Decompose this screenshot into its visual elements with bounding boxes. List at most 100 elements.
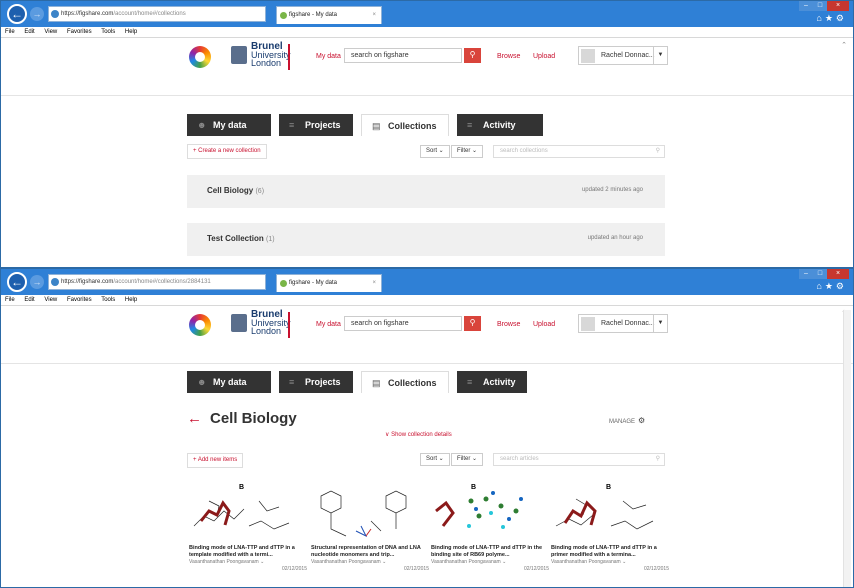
figshare-favicon-icon <box>280 12 287 19</box>
menu-favorites[interactable]: Favorites <box>67 297 92 303</box>
back-arrow-icon[interactable]: ← <box>7 272 27 292</box>
site-icon <box>51 278 59 286</box>
collection-name[interactable]: Test Collection (1) <box>207 234 275 243</box>
minimize-icon[interactable]: – <box>799 269 813 279</box>
tab-close-icon[interactable]: × <box>372 7 376 23</box>
article-thumbnail[interactable]: B <box>189 481 299 541</box>
avatar <box>581 49 595 63</box>
tab-my-data[interactable]: ☻ My data <box>187 371 271 393</box>
address-bar[interactable]: https://figshare.com/account/home#/colle… <box>48 6 266 22</box>
collection-name[interactable]: Cell Biology (6) <box>207 186 264 195</box>
site-search-input[interactable]: search on figshare <box>344 316 462 331</box>
my-data-link[interactable]: My data <box>316 53 341 60</box>
upload-link[interactable]: Upload <box>533 53 555 60</box>
manage-button[interactable]: MANAGE ⚙ <box>609 416 645 425</box>
scroll-up-icon[interactable]: ⌃ <box>841 41 847 49</box>
search-icon[interactable]: ⚲ <box>464 48 481 63</box>
menu-tools[interactable]: Tools <box>101 297 115 303</box>
chevron-down-icon[interactable]: ▼ <box>653 47 667 64</box>
search-icon[interactable]: ⚲ <box>464 316 481 331</box>
menu-bar: File Edit View Favorites Tools Help <box>1 27 853 38</box>
gear-icon: ⚙ <box>638 416 646 425</box>
browser-tab[interactable]: figshare - My data × <box>276 274 382 292</box>
tab-my-data[interactable]: ☻ My data <box>187 114 271 136</box>
menu-edit[interactable]: Edit <box>24 297 34 303</box>
university-crest-icon <box>231 46 247 64</box>
close-window-icon[interactable]: × <box>827 1 849 11</box>
menu-favorites[interactable]: Favorites <box>67 29 92 35</box>
university-crest-icon <box>231 314 247 332</box>
browse-link[interactable]: Browse <box>497 321 520 328</box>
menu-view[interactable]: View <box>44 297 57 303</box>
molecule-figure: B <box>193 484 290 530</box>
avatar <box>581 317 595 331</box>
add-items-button[interactable]: + Add new items <box>187 453 244 468</box>
tab-projects[interactable]: ≡ Projects <box>279 371 353 393</box>
site-search-input[interactable]: search on figshare <box>344 48 462 63</box>
collection-row[interactable]: Test Collection (1) updated an hour ago <box>187 223 665 256</box>
tab-collections[interactable]: ▤ Collections <box>361 371 449 393</box>
show-collection-details-link[interactable]: ∨ Show collection details <box>385 431 452 438</box>
article-title[interactable]: Structural representation of DNA and LNA… <box>311 545 429 558</box>
article-thumbnail[interactable] <box>311 481 421 541</box>
browser-window-collections: ← → https://figshare.com/account/home#/c… <box>0 0 854 268</box>
main-tabs: ☻ My data ≡ Projects ▤ Collections ≡ Activit… <box>187 371 535 393</box>
user-name: Rachel Donnac... <box>601 52 655 59</box>
search-collections-input[interactable]: search collections ⚲ <box>493 145 665 158</box>
tab-close-icon[interactable]: × <box>372 275 376 291</box>
maximize-icon[interactable]: □ <box>813 1 827 11</box>
molecule-figure: B <box>555 484 654 530</box>
minimize-icon[interactable]: – <box>799 1 813 11</box>
article-title[interactable]: Binding mode of LNA-TTP and dTTP in the … <box>431 545 549 558</box>
article-thumbnail[interactable]: B <box>431 481 541 541</box>
menu-view[interactable]: View <box>44 29 57 35</box>
figshare-logo-icon[interactable] <box>189 46 211 68</box>
menu-file[interactable]: File <box>5 29 15 35</box>
menu-tools[interactable]: Tools <box>101 29 115 35</box>
article-title[interactable]: Binding mode of LNA-TTP and dTTP in a pr… <box>551 545 669 558</box>
tab-collections[interactable]: ▤ Collections <box>361 114 449 136</box>
menu-file[interactable]: File <box>5 297 15 303</box>
back-arrow-icon[interactable]: ← <box>187 410 202 427</box>
browser-window-collection-detail: ← → https://figshare.com/account/home#/c… <box>0 268 854 588</box>
chevron-down-icon[interactable]: ▼ <box>653 315 667 332</box>
sort-dropdown[interactable]: Sort ⌄ <box>420 145 450 158</box>
article-author: Vasanthanathan Poongavanam ⌄ <box>189 559 265 565</box>
menu-help[interactable]: Help <box>125 29 137 35</box>
browser-titlebar: ← → https://figshare.com/account/home#/c… <box>1 269 853 295</box>
browser-tab[interactable]: figshare - My data × <box>276 6 382 24</box>
article-thumbnail[interactable]: B <box>551 481 661 541</box>
toolbar-icons[interactable]: ⌂★⚙ <box>816 281 847 292</box>
browse-link[interactable]: Browse <box>497 53 520 60</box>
user-menu[interactable]: Rachel Donnac... ▼ <box>578 46 668 65</box>
forward-arrow-icon[interactable]: → <box>30 7 44 21</box>
menu-edit[interactable]: Edit <box>24 29 34 35</box>
filter-dropdown[interactable]: Filter ⌄ <box>451 145 484 158</box>
vertical-scrollbar[interactable] <box>843 310 851 587</box>
tab-projects[interactable]: ≡ Projects <box>279 114 353 136</box>
address-bar[interactable]: https://figshare.com/account/home#/colle… <box>48 274 266 290</box>
menu-help[interactable]: Help <box>125 297 137 303</box>
site-icon <box>51 10 59 18</box>
close-window-icon[interactable]: × <box>827 269 849 279</box>
window-controls: – □ × <box>799 1 849 11</box>
tab-activity[interactable]: ≡ Activity <box>457 114 543 136</box>
user-menu[interactable]: Rachel Donnac... ▼ <box>578 314 668 333</box>
figshare-logo-icon[interactable] <box>189 314 211 336</box>
back-arrow-icon[interactable]: ← <box>7 4 27 24</box>
forward-arrow-icon[interactable]: → <box>30 275 44 289</box>
person-icon: ☻ <box>197 377 207 387</box>
search-articles-input[interactable]: search articles ⚲ <box>493 453 665 466</box>
toolbar-icons[interactable]: ⌂★⚙ <box>816 13 847 24</box>
maximize-icon[interactable]: □ <box>813 269 827 279</box>
sort-dropdown[interactable]: Sort ⌄ <box>420 453 450 466</box>
filter-dropdown[interactable]: Filter ⌄ <box>451 453 484 466</box>
article-date: 02/12/2015 <box>281 566 307 572</box>
logo-divider <box>288 312 290 338</box>
create-collection-button[interactable]: + Create a new collection <box>187 144 267 159</box>
tab-activity[interactable]: ≡ Activity <box>457 371 527 393</box>
my-data-link[interactable]: My data <box>316 321 341 328</box>
upload-link[interactable]: Upload <box>533 321 555 328</box>
collection-row[interactable]: Cell Biology (6) updated 2 minutes ago <box>187 175 665 208</box>
article-title[interactable]: Binding mode of LNA-TTP and dTTP in a te… <box>189 545 307 558</box>
